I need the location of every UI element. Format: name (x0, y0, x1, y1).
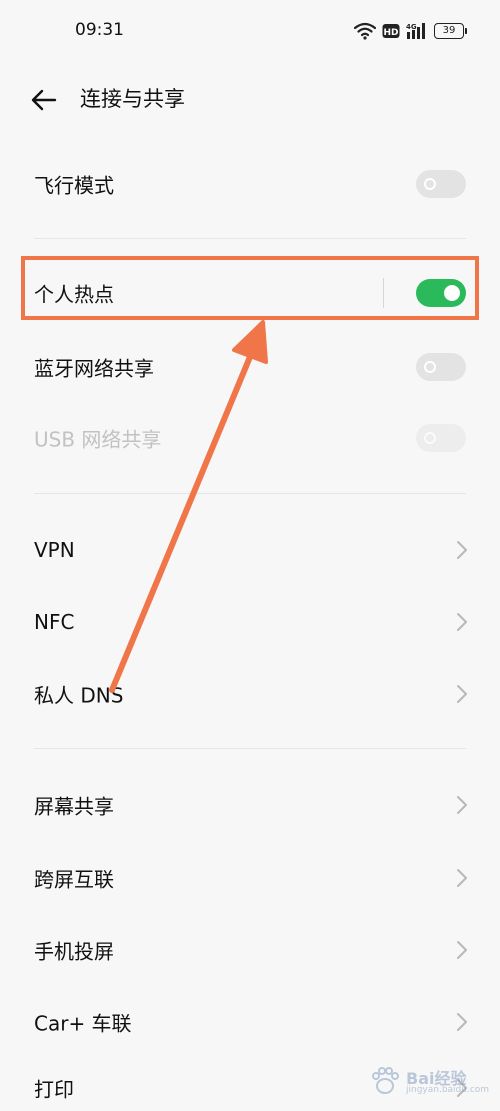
row-label: USB 网络共享 (34, 427, 162, 452)
bluetooth-tethering-toggle[interactable] (416, 353, 466, 381)
section-divider (34, 748, 466, 749)
toggle-knob (444, 285, 460, 301)
toggle-knob (424, 361, 436, 373)
row-label: 跨屏互联 (34, 867, 114, 892)
row-label: 个人热点 (34, 282, 114, 307)
row-car-plus[interactable]: Car+ 车联 (0, 992, 500, 1052)
svg-text:4G: 4G (406, 23, 417, 31)
chevron-right-icon (457, 685, 467, 703)
row-vpn[interactable]: VPN (0, 520, 500, 580)
row-label: 私人 DNS (34, 683, 124, 708)
row-bluetooth-tethering[interactable]: 蓝牙网络共享 (0, 337, 500, 397)
row-usb-tethering: USB 网络共享 (0, 408, 500, 468)
row-screen-cast[interactable]: 手机投屏 (0, 920, 500, 980)
chevron-right-icon (457, 613, 467, 631)
4g-signal-icon: 4G (406, 23, 425, 39)
usb-tethering-toggle (416, 424, 466, 452)
page-title: 连接与共享 (80, 87, 185, 111)
row-label: NFC (34, 610, 75, 634)
chevron-right-icon (457, 1079, 467, 1097)
airplane-mode-toggle[interactable] (416, 170, 466, 198)
status-time: 09:31 (75, 20, 124, 40)
row-label: VPN (34, 538, 75, 562)
battery-icon: 39 (434, 23, 467, 39)
row-personal-hotspot[interactable]: 个人热点 (0, 263, 500, 323)
arrow-left-icon (31, 89, 57, 111)
toggle-knob (424, 432, 436, 444)
row-label: 打印 (34, 1077, 74, 1102)
chevron-right-icon (457, 796, 467, 814)
back-button[interactable] (26, 84, 62, 116)
wifi-icon (354, 22, 376, 40)
row-cross-screen[interactable]: 跨屏互联 (0, 848, 500, 908)
toggle-divider (383, 278, 384, 308)
row-label: 屏幕共享 (34, 794, 114, 819)
section-divider (34, 493, 466, 494)
chevron-right-icon (457, 1013, 467, 1031)
row-label: Car+ 车联 (34, 1011, 132, 1036)
hd-icon: HD (382, 24, 400, 38)
section-divider (34, 238, 466, 239)
svg-text:HD: HD (383, 28, 398, 38)
status-bar: 09:31 HD 4G 39 (0, 0, 500, 62)
row-private-dns[interactable]: 私人 DNS (0, 664, 500, 724)
settings-screen: 09:31 HD 4G 39 连接与共享 飞行模式 个人热点 蓝牙网络共享 US… (0, 0, 500, 1111)
chevron-right-icon (457, 541, 467, 559)
row-label: 蓝牙网络共享 (34, 356, 154, 381)
row-screen-share[interactable]: 屏幕共享 (0, 775, 500, 835)
row-nfc[interactable]: NFC (0, 592, 500, 652)
chevron-right-icon (457, 941, 467, 959)
row-label: 飞行模式 (34, 173, 114, 198)
row-label: 手机投屏 (34, 939, 114, 964)
row-airplane-mode[interactable]: 飞行模式 (0, 154, 500, 214)
row-print[interactable]: 打印 (0, 1058, 500, 1111)
page-header: 连接与共享 (0, 70, 500, 130)
personal-hotspot-toggle[interactable] (416, 279, 466, 307)
toggle-knob (424, 178, 436, 190)
status-icons: HD 4G 39 (354, 20, 467, 42)
chevron-right-icon (457, 869, 467, 887)
